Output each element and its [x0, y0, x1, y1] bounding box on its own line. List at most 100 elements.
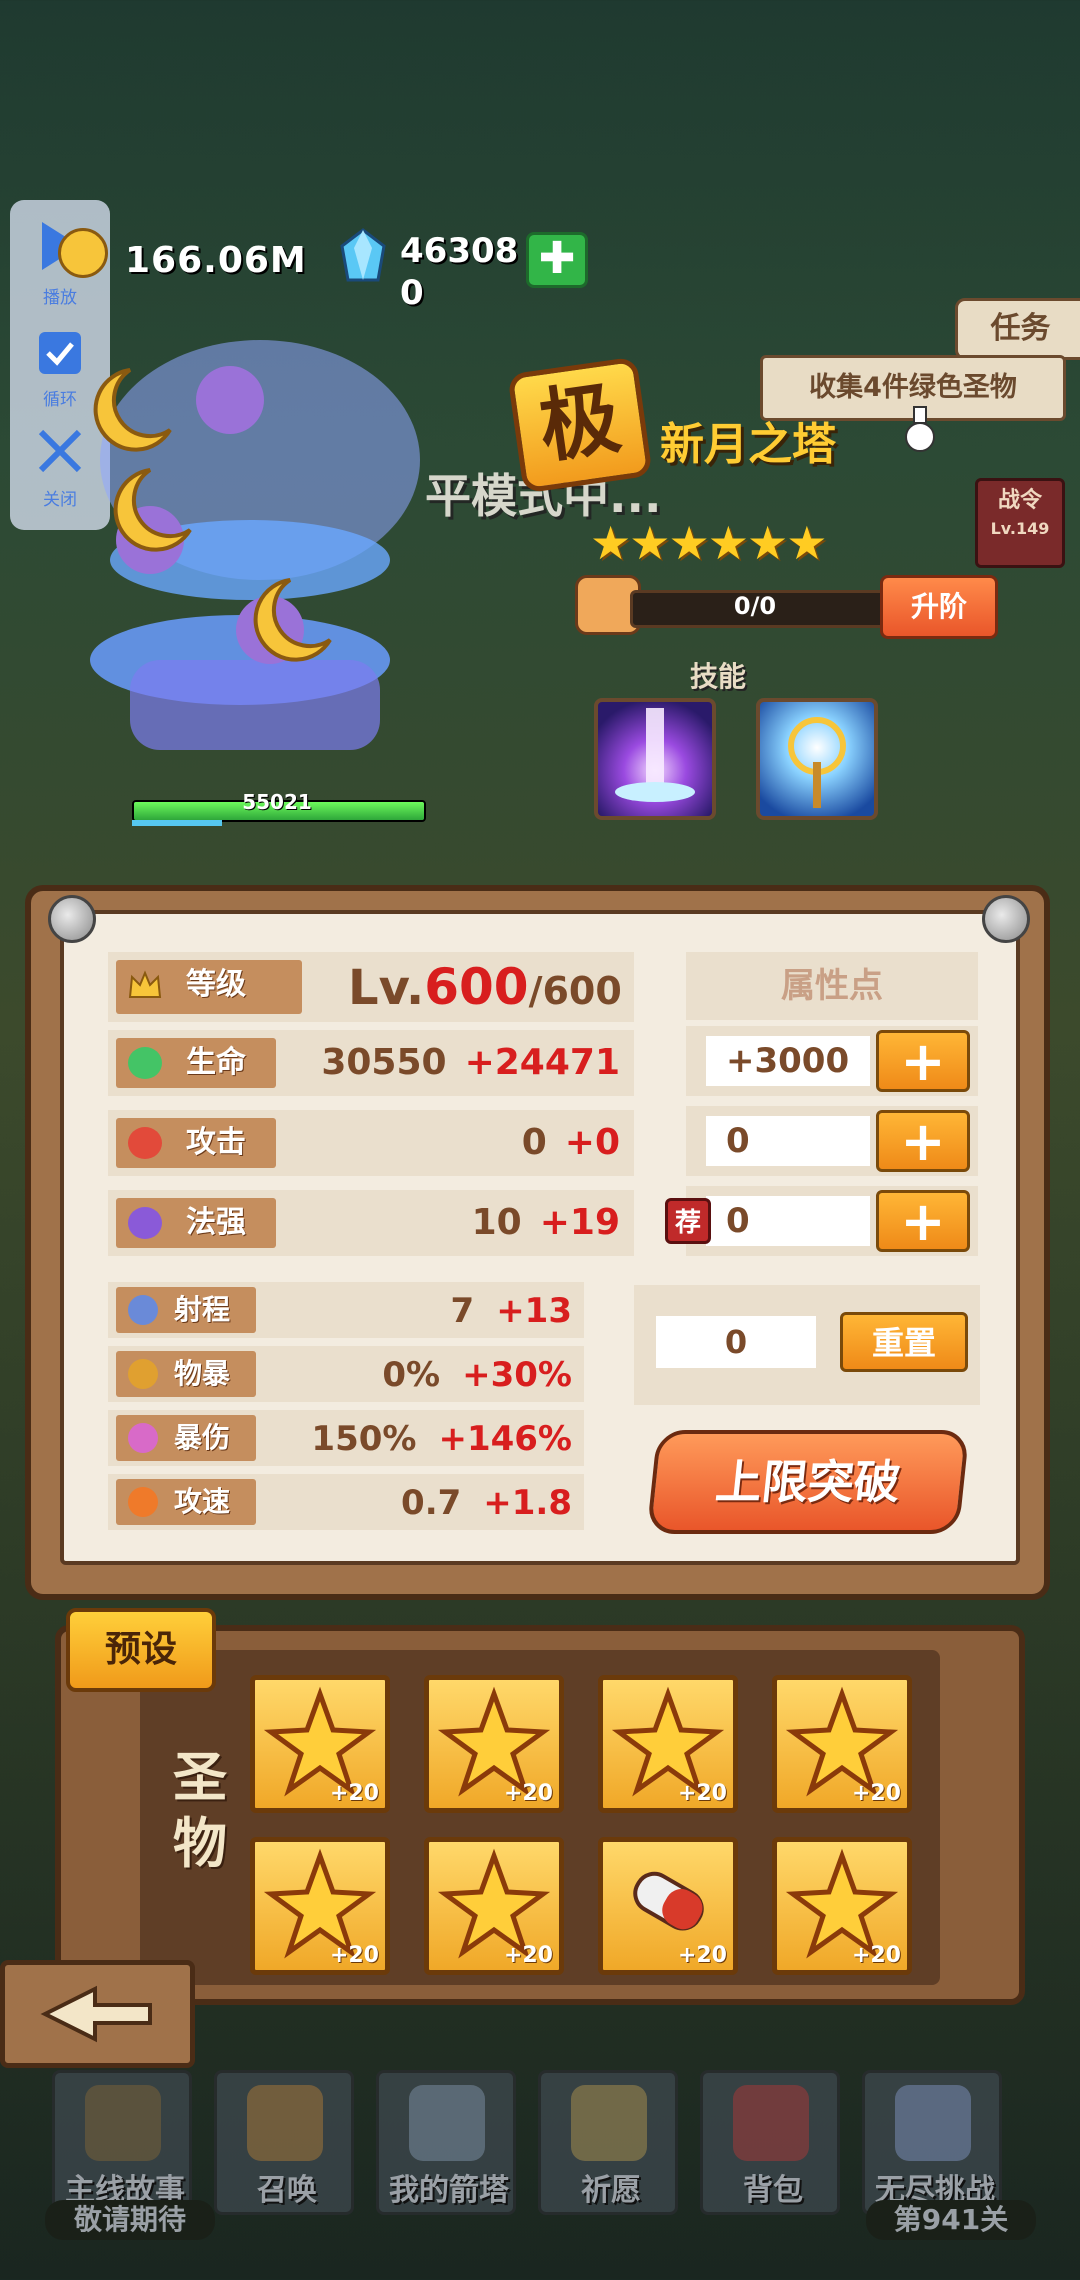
level-max: /600 [528, 969, 622, 1013]
preset-tab[interactable]: 预设 [66, 1608, 216, 1692]
relic-slot-6[interactable]: +20 [598, 1837, 738, 1975]
secondary-bonus-value: +1.8 [483, 1483, 572, 1523]
nav-item-2[interactable]: 我的箭塔 [376, 2070, 516, 2215]
add-attribute-button-2[interactable]: + [876, 1190, 970, 1252]
relic-level: +20 [677, 1781, 727, 1806]
crit-icon [128, 1359, 158, 1389]
crystal-icon [128, 1423, 158, 1453]
secondary-stat-value-2: 150% +146% [311, 1414, 572, 1464]
secondary-stat-label-0: 射程 [116, 1287, 256, 1333]
relic-slot-4[interactable]: +20 [250, 1837, 390, 1975]
hero-mana-bar [132, 820, 222, 826]
secondary-bonus-value: +13 [496, 1291, 572, 1331]
wizard-hat-icon [128, 1207, 162, 1239]
pin-left [48, 895, 96, 943]
pin-right [982, 895, 1030, 943]
star-icon: ★ [590, 516, 631, 570]
lightning-icon [128, 1487, 158, 1517]
relic-level: +20 [851, 1781, 901, 1806]
add-attribute-button-0[interactable]: + [876, 1030, 970, 1092]
nav-item-label: 我的箭塔 [389, 2173, 509, 2208]
battle-pass-level: Lv.149 [990, 519, 1050, 538]
backpack-icon [733, 2085, 809, 2161]
stat-bonus-value: +0 [564, 1122, 620, 1163]
upgrade-button[interactable]: 升阶 [880, 575, 998, 639]
relic-level: +20 [329, 1943, 379, 1968]
stat-row-2: 法强 10 +19 [108, 1190, 634, 1256]
stat-label-1: 攻击 [116, 1118, 276, 1168]
add-gems-button[interactable]: ✚ [526, 232, 588, 288]
potion-icon[interactable] [900, 405, 940, 453]
stat-value-1: 0 +0 [522, 1116, 620, 1170]
secondary-base-value: 150% [311, 1419, 417, 1459]
gem-icon [340, 228, 386, 282]
hero-tower-illustration [90, 340, 420, 750]
relic-slot-2[interactable]: +20 [598, 1675, 738, 1813]
relic-label-char-1: 圣 [173, 1746, 227, 1809]
secondary-base-value: 0.7 [401, 1483, 462, 1523]
add-attribute-button-1[interactable]: + [876, 1110, 970, 1172]
gem-amount: 46308 0 [400, 230, 518, 314]
nav-item-4[interactable]: 背包 [700, 2070, 840, 2215]
stat-value-2: 10 +19 [472, 1196, 620, 1250]
star-icon: ★ [786, 516, 827, 570]
rank-badge: 极 [507, 356, 653, 494]
attribute-value-0: +3000 [706, 1036, 870, 1086]
stat-bonus-value: +24471 [464, 1042, 620, 1083]
sword-icon [128, 1127, 162, 1159]
stat-bonus-value: +19 [539, 1202, 620, 1243]
relic-level: +20 [503, 1943, 553, 1968]
stat-value-0: 30550 +24471 [321, 1036, 620, 1090]
nav-item-label: 背包 [743, 2173, 803, 2208]
crown-icon [128, 970, 162, 998]
stat-label-text: 攻击 [186, 1125, 246, 1160]
stat-base-value: 10 [471, 1202, 522, 1243]
stat-row-0: 生命 30550 +24471 [108, 1030, 634, 1096]
break-limit-button[interactable]: 上限突破 [646, 1430, 970, 1534]
relic-level: +20 [503, 1781, 553, 1806]
skill-slot-2[interactable] [756, 698, 878, 820]
back-button[interactable] [0, 1960, 195, 2068]
stat-base-value: 0 [521, 1122, 547, 1163]
secondary-stat-label-text: 攻速 [174, 1485, 231, 1518]
secondary-stat-row-1: 物暴 0% +30% [108, 1346, 584, 1402]
task-tab[interactable]: 任务 [955, 298, 1080, 360]
secondary-stat-row-3: 攻速 0.7 +1.8 [108, 1474, 584, 1530]
skill-slot-1[interactable] [594, 698, 716, 820]
hero-hp-value: 55021 [242, 790, 312, 814]
attribute-value-1: 0 [706, 1116, 870, 1166]
story-sub-label: 敬请期待 [45, 2200, 215, 2240]
nav-item-3[interactable]: 祈愿 [538, 2070, 678, 2215]
star-icon [571, 2085, 647, 2161]
star-rating: ★★★★★★ [590, 516, 828, 570]
battle-pass-label: 战令 [997, 488, 1042, 513]
nav-item-5[interactable]: 无尽挑战 [862, 2070, 1002, 2215]
relic-level: +20 [851, 1943, 901, 1968]
gem-amount-line2: 0 [400, 273, 424, 313]
fragment-count: 0/0 [733, 592, 777, 620]
stat-label-text: 法强 [186, 1205, 246, 1240]
secondary-stat-value-3: 0.7 +1.8 [401, 1478, 572, 1528]
nav-item-0[interactable]: 主线故事 [52, 2070, 192, 2215]
reset-button[interactable]: 重置 [840, 1312, 968, 1372]
stat-base-value: 30550 [321, 1042, 447, 1083]
relic-slot-0[interactable]: +20 [250, 1675, 390, 1813]
secondary-stat-value-1: 0% +30% [382, 1350, 572, 1400]
relic-slot-3[interactable]: +20 [772, 1675, 912, 1813]
battle-pass-button[interactable]: 战令 Lv.149 [975, 478, 1065, 568]
secondary-bonus-value: +146% [438, 1419, 572, 1459]
secondary-stat-label-text: 射程 [174, 1293, 231, 1326]
scroll-icon [247, 2085, 323, 2161]
relic-slot-1[interactable]: +20 [424, 1675, 564, 1813]
play-label: 播放 [43, 288, 77, 308]
star-icon: ★ [747, 516, 788, 570]
nav-item-1[interactable]: 召唤 [214, 2070, 354, 2215]
gem-amount-line1: 46308 [400, 231, 519, 271]
back-arrow-icon [40, 1985, 152, 2043]
relic-slot-7[interactable]: +20 [772, 1837, 912, 1975]
secondary-stat-label-1: 物暴 [116, 1351, 256, 1397]
relic-section-label: 圣 物 [160, 1745, 240, 1877]
relic-slot-5[interactable]: +20 [424, 1837, 564, 1975]
secondary-base-value: 7 [450, 1291, 475, 1331]
relic-level: +20 [329, 1781, 379, 1806]
